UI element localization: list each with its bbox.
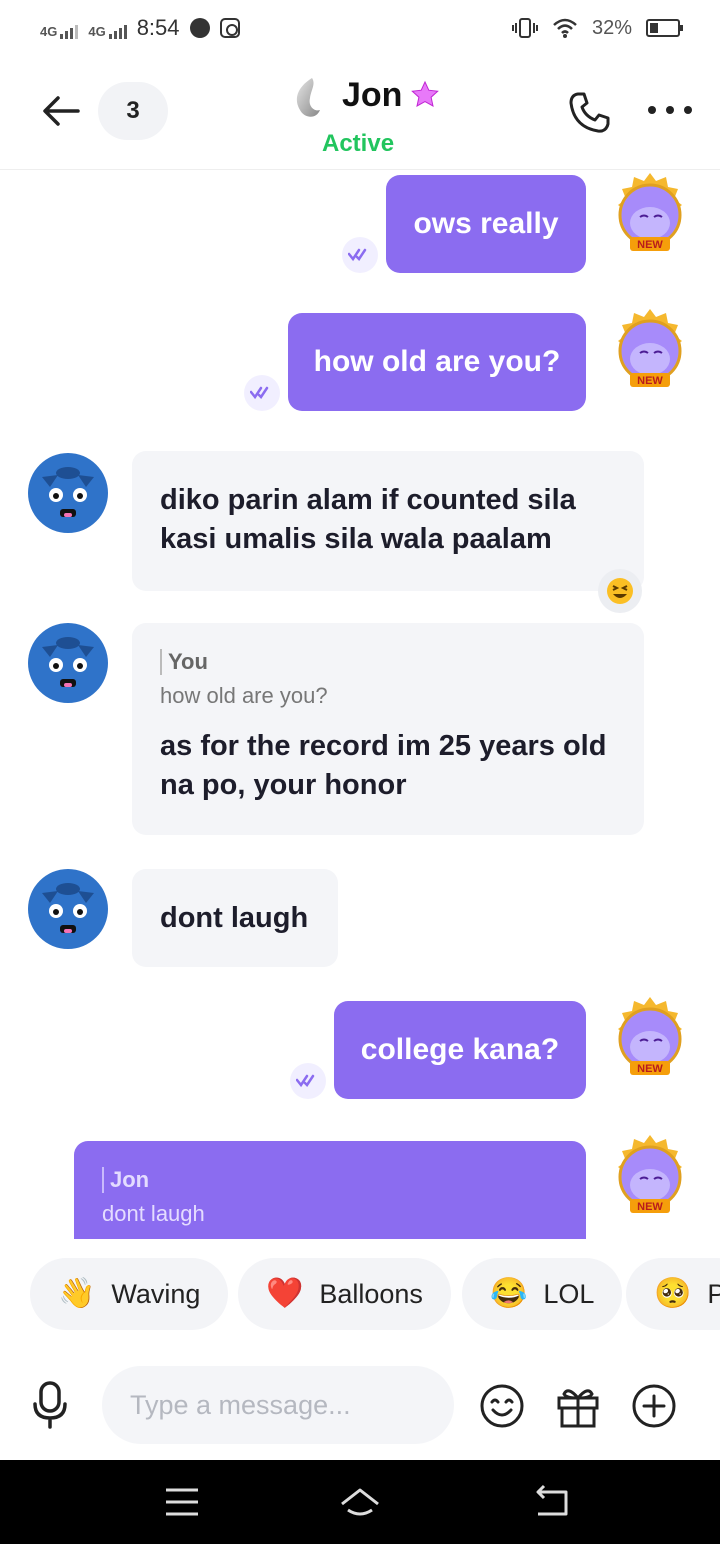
plus-icon[interactable] bbox=[630, 1382, 678, 1430]
heart-icon: ❤️ bbox=[266, 1277, 304, 1310]
quick-reaction-bar: 👋 Waving ❤️ Balloons 😂 LOL 🥺 P bbox=[0, 1258, 720, 1334]
quick-reaction-lol[interactable]: 😂 LOL bbox=[462, 1258, 623, 1330]
new-badge: NEW bbox=[637, 1063, 663, 1075]
contact-name: Jon bbox=[342, 76, 403, 114]
message-text: college kana? bbox=[360, 1033, 560, 1066]
messenger-notification-icon bbox=[189, 18, 210, 38]
jon-avatar[interactable] bbox=[28, 623, 108, 703]
reply-quoted-text: dont laugh bbox=[102, 1201, 205, 1226]
instagram-notification-icon bbox=[219, 18, 240, 38]
contact-info[interactable]: Jon Active bbox=[286, 72, 486, 162]
read-check-icon bbox=[342, 237, 378, 273]
message-input[interactable] bbox=[102, 1366, 454, 1444]
self-avatar[interactable]: NEW bbox=[602, 171, 698, 267]
jon-avatar[interactable] bbox=[28, 869, 108, 949]
vibrate-icon bbox=[511, 18, 538, 38]
unread-count-badge[interactable]: 3 bbox=[98, 82, 168, 140]
battery-percent: 32% bbox=[591, 16, 632, 39]
chip-label: Balloons bbox=[319, 1278, 423, 1309]
message-bubble-outgoing[interactable]: ows really bbox=[386, 175, 586, 273]
system-nav-bar bbox=[0, 1460, 720, 1544]
gift-icon[interactable] bbox=[554, 1382, 602, 1430]
grinning-squint-face-icon[interactable] bbox=[598, 569, 642, 613]
self-avatar[interactable]: NEW bbox=[602, 307, 698, 403]
signal-icon: 4G bbox=[40, 17, 79, 39]
message-text: ows really bbox=[413, 207, 559, 240]
contact-status: Active bbox=[322, 130, 395, 157]
chip-label: P bbox=[707, 1278, 720, 1309]
contact-avatar[interactable] bbox=[286, 76, 330, 120]
more-icon[interactable] bbox=[648, 106, 692, 118]
clock: 8:54 bbox=[136, 15, 180, 40]
composer-bar bbox=[0, 1350, 720, 1460]
message-text: how old are you? bbox=[313, 345, 561, 378]
chip-label: LOL bbox=[543, 1278, 595, 1309]
chat-header: 3 Jon Active bbox=[0, 56, 720, 170]
reply-author: Jon bbox=[102, 1167, 558, 1193]
emoji-icon[interactable] bbox=[478, 1382, 526, 1430]
message-bubble-incoming-reply[interactable]: You how old are you? as for the record i… bbox=[132, 623, 644, 835]
message-bubble-incoming[interactable]: dont laugh bbox=[132, 869, 338, 967]
home-icon[interactable] bbox=[338, 1482, 382, 1522]
message-text: dont laugh bbox=[160, 901, 309, 934]
signal-icon-2: 4G bbox=[88, 17, 127, 39]
waving-hand-icon: 👋 bbox=[58, 1277, 96, 1310]
message-list[interactable]: ows really NEW how old are you? NEW diko… bbox=[0, 171, 720, 1239]
new-badge: NEW bbox=[637, 239, 663, 251]
signal-label-2: 4G bbox=[88, 24, 106, 39]
message-bubble-outgoing[interactable]: how old are you? bbox=[288, 313, 586, 411]
tears-of-joy-icon: 😂 bbox=[490, 1277, 528, 1310]
message-bubble-outgoing[interactable]: college kana? bbox=[334, 1001, 586, 1099]
quick-reaction-balloons[interactable]: ❤️ Balloons bbox=[238, 1258, 451, 1330]
reply-author: You bbox=[160, 649, 616, 675]
message-text: as for the record im 25 years old na po,… bbox=[160, 730, 607, 801]
quick-reaction-pleading[interactable]: 🥺 P bbox=[626, 1258, 720, 1330]
reply-quoted-text: how old are you? bbox=[160, 683, 328, 708]
signal-label: 4G bbox=[40, 24, 58, 39]
back-arrow-icon[interactable] bbox=[38, 88, 84, 134]
chat-screen: 4G 4G 8:54 32% 3 Jon Active ows really N… bbox=[0, 0, 720, 1544]
quick-reaction-waving[interactable]: 👋 Waving bbox=[30, 1258, 229, 1330]
read-check-icon bbox=[244, 375, 280, 411]
self-avatar[interactable]: NEW bbox=[602, 1133, 698, 1229]
mic-icon[interactable] bbox=[30, 1380, 70, 1430]
pleading-face-icon: 🥺 bbox=[654, 1277, 692, 1310]
battery-icon bbox=[646, 19, 683, 37]
jon-avatar[interactable] bbox=[28, 453, 108, 533]
message-bubble-incoming[interactable]: diko parin alam if counted sila kasi uma… bbox=[132, 451, 644, 591]
chip-label: Waving bbox=[111, 1278, 201, 1309]
phone-icon[interactable] bbox=[566, 90, 612, 136]
new-badge: NEW bbox=[637, 1201, 663, 1213]
read-check-icon bbox=[290, 1063, 326, 1099]
status-bar: 4G 4G 8:54 32% bbox=[0, 0, 720, 56]
menu-icon[interactable] bbox=[160, 1482, 204, 1522]
wifi-icon bbox=[553, 18, 577, 38]
nav-back-icon[interactable] bbox=[530, 1482, 574, 1522]
message-bubble-outgoing-reply[interactable]: Jon dont laugh bbox=[74, 1141, 586, 1239]
star-icon bbox=[411, 80, 439, 107]
new-badge: NEW bbox=[637, 375, 663, 387]
message-text: diko parin alam if counted sila kasi uma… bbox=[160, 484, 576, 555]
self-avatar[interactable]: NEW bbox=[602, 995, 698, 1091]
